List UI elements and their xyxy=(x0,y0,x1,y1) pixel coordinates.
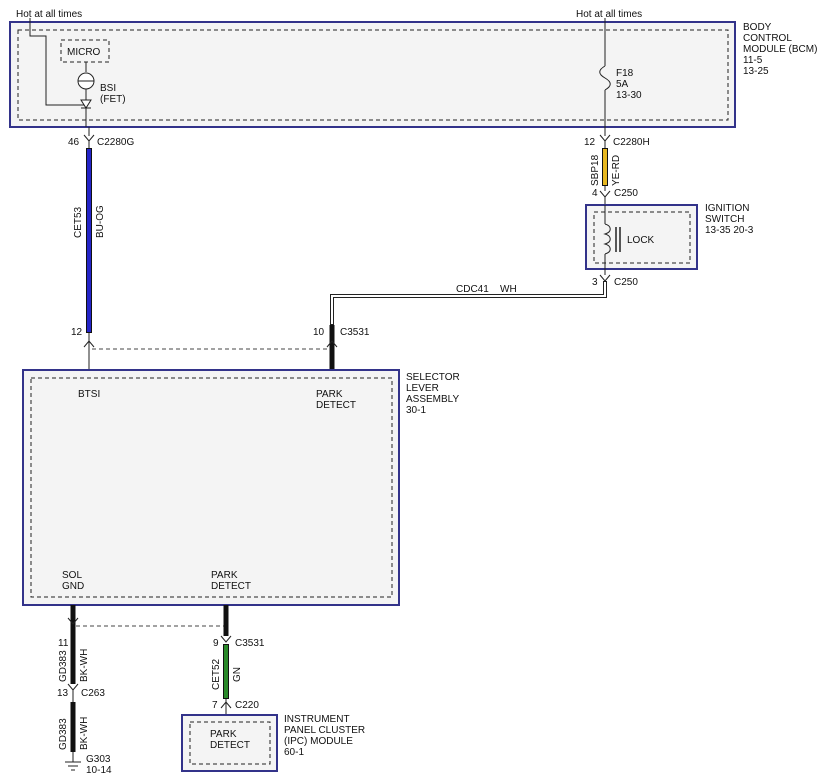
fuse-label-line1: F18 xyxy=(616,68,634,79)
cet52-circuit-label: CET52 xyxy=(211,658,222,690)
gd383-upper-color: BK-WH xyxy=(79,649,90,682)
sbp18-color-label: YE-RD xyxy=(611,155,622,186)
park-detect-top-line2: DETECT xyxy=(316,400,356,411)
gd383-upper-pin: 11 xyxy=(58,638,69,649)
c220-label: C220 xyxy=(235,700,259,711)
selector-lever-assembly: SELECTOR LEVER ASSEMBLY 30-1 BTSI PARK D… xyxy=(22,369,460,606)
c263-label: C263 xyxy=(81,688,105,699)
sol-gnd-line1: SOL xyxy=(62,570,82,581)
wire-sbp18: 12 C2280H SBP18 YE-RD 4 C250 xyxy=(584,127,650,205)
c3531b-pin: 9 xyxy=(213,638,219,649)
g303-label: G303 xyxy=(86,754,111,765)
sol-gnd-line2: GND xyxy=(62,581,84,592)
c3531a-pin: 10 xyxy=(313,327,325,338)
wiring-diagram: Hot at all times Hot at all times BODY C… xyxy=(9,9,817,776)
cdc41-circuit-label: CDC41 xyxy=(456,284,489,295)
sbp18-circuit-label: SBP18 xyxy=(590,154,601,186)
cet53-color-label: BU-OG xyxy=(95,205,106,238)
bcm-hot-right-label: Hot at all times xyxy=(576,9,642,20)
ignition-title-line2: SWITCH xyxy=(705,214,744,225)
ipc-park-line1: PARK xyxy=(210,729,237,740)
park-detect-top-line1: PARK xyxy=(316,389,343,400)
bcm-hot-left-label: Hot at all times xyxy=(16,9,82,20)
selector-ref: 30-1 xyxy=(406,405,426,416)
c250a-connector-arrow xyxy=(599,190,611,198)
park-detect-bottom-line2: DETECT xyxy=(211,581,251,592)
fuse-label-line2: 5A xyxy=(616,79,629,90)
c3531a-label: C3531 xyxy=(340,327,370,338)
c250b-label: C250 xyxy=(614,277,638,288)
selector-title-line3: ASSEMBLY xyxy=(406,394,459,405)
c3531b-label: C3531 xyxy=(235,638,265,649)
bcm-ref-2: 13-25 xyxy=(743,66,769,77)
fuse-label-line3: 13-30 xyxy=(616,90,642,101)
cet53-circuit-label: CET53 xyxy=(73,206,84,238)
bcm-title-line2: CONTROL xyxy=(743,33,792,44)
c2280h-label: C2280H xyxy=(613,137,650,148)
bcm-title-line3: MODULE (BCM) xyxy=(743,44,817,55)
cet52-color-label: GN xyxy=(232,667,243,682)
ignition-title-line1: IGNITION xyxy=(705,203,749,214)
c2280h-pin: 12 xyxy=(584,137,596,148)
bcm-title-line1: BODY xyxy=(743,22,772,33)
ipc-park-line2: DETECT xyxy=(210,740,250,751)
btsi-label: BTSI xyxy=(78,389,100,400)
park-detect-bottom-line1: PARK xyxy=(211,570,238,581)
selector-title-line2: LEVER xyxy=(406,383,439,394)
wire-gd383: 11 GD383 BK-WH 13 C263 GD383 BK-WH G303 … xyxy=(57,605,112,776)
bsi-label-line2: (FET) xyxy=(100,94,126,105)
c263-pin: 13 xyxy=(57,688,69,699)
ipc-module: PARK DETECT INSTRUMENT PANEL CLUSTER (IP… xyxy=(181,714,365,772)
c2280g-label: C2280G xyxy=(97,137,134,148)
c263-connector-arrow xyxy=(67,683,79,691)
c250b-pin: 3 xyxy=(592,277,598,288)
selector-btsi-pin: 12 xyxy=(71,327,83,338)
lock-label: LOCK xyxy=(627,235,655,246)
wire-cdc41: CDC41 WH 10 C3531 xyxy=(313,281,607,370)
c250b-connector-arrow xyxy=(599,274,611,282)
wire-cet53: 46 C2280G CET53 BU-OG 12 xyxy=(68,127,134,370)
selector-title-line1: SELECTOR xyxy=(406,372,460,383)
ipc-title-line3: (IPC) MODULE xyxy=(284,736,353,747)
bsi-label-line1: BSI xyxy=(100,83,116,94)
c3531b-connector-arrow xyxy=(220,635,232,643)
g303-ref: 10-14 xyxy=(86,765,112,776)
c220-pin: 7 xyxy=(212,700,218,711)
ipc-ref: 60-1 xyxy=(284,747,304,758)
ignition-switch: IGNITION SWITCH 13-35 20-3 LOCK 3 C250 xyxy=(585,203,754,288)
c250a-label: C250 xyxy=(614,188,638,199)
gd383-upper-circuit: GD383 xyxy=(58,650,69,682)
ignition-refs: 13-35 20-3 xyxy=(705,225,754,236)
micro-label: MICRO xyxy=(67,47,101,58)
gd383-lower-circuit: GD383 xyxy=(58,718,69,750)
bcm-module: Hot at all times Hot at all times BODY C… xyxy=(9,9,817,128)
ipc-title-line2: PANEL CLUSTER xyxy=(284,725,365,736)
cdc41-color-label: WH xyxy=(500,284,517,295)
gd383-lower-color: BK-WH xyxy=(79,717,90,750)
c2280g-pin: 46 xyxy=(68,137,80,148)
bcm-ref-1: 11-5 xyxy=(743,55,763,66)
ipc-title-line1: INSTRUMENT xyxy=(284,714,350,725)
wire-cet52: 9 C3531 CET52 GN 7 C220 xyxy=(211,605,265,715)
c250a-pin: 4 xyxy=(592,188,598,199)
